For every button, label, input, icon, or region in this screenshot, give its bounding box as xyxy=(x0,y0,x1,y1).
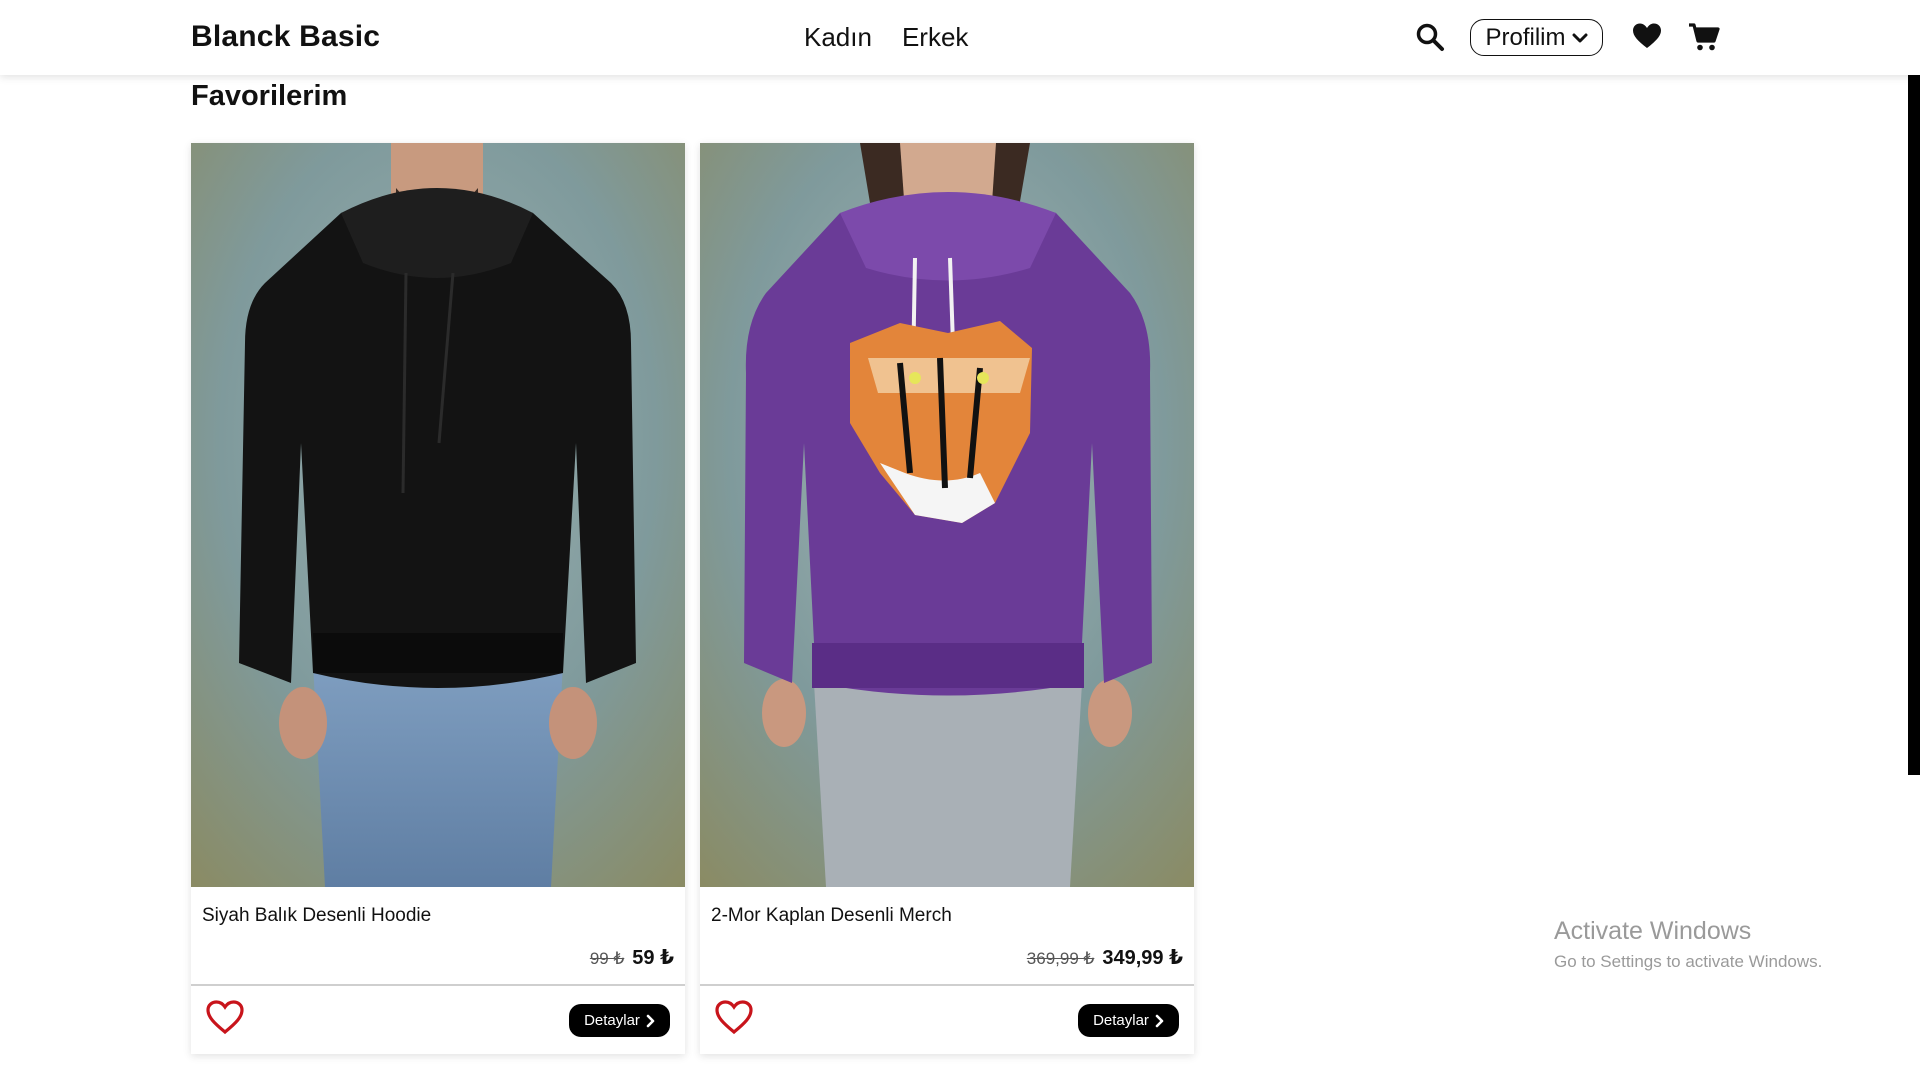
old-price: 99 ₺ xyxy=(589,949,625,968)
cart-icon[interactable] xyxy=(1688,22,1720,52)
product-card: 2-Mor Kaplan Desenli Merch 369,99 ₺ 349,… xyxy=(700,143,1194,1054)
price-row: 99 ₺ 59 ₺ xyxy=(590,945,674,970)
chevron-right-icon xyxy=(1155,1014,1164,1027)
activation-title: Activate Windows xyxy=(1554,917,1752,945)
card-divider xyxy=(700,984,1194,986)
product-card: Siyah Balık Desenli Hoodie 99 ₺ 59 ₺ Det… xyxy=(191,143,685,1054)
windows-activation-watermark: Activate Windows Go to Settings to activ… xyxy=(1554,917,1822,972)
chevron-down-icon xyxy=(1572,33,1587,42)
top-navbar: Blanck Basic Kadın Erkek Profilim xyxy=(0,0,1920,75)
details-button[interactable]: Detaylar xyxy=(1078,1004,1179,1037)
favorite-heart-icon[interactable] xyxy=(714,999,754,1035)
scrollbar[interactable] xyxy=(1908,50,1920,775)
favorite-heart-icon[interactable] xyxy=(205,999,245,1035)
profile-dropdown-button[interactable]: Profilim xyxy=(1470,19,1603,56)
details-label: Detaylar xyxy=(584,1012,640,1029)
current-price: 349,99 ₺ xyxy=(1102,947,1183,969)
details-label: Detaylar xyxy=(1093,1012,1149,1029)
product-name[interactable]: Siyah Balık Desenli Hoodie xyxy=(202,905,431,927)
profile-label: Profilim xyxy=(1485,23,1566,51)
product-name[interactable]: 2-Mor Kaplan Desenli Merch xyxy=(711,905,952,927)
product-image[interactable] xyxy=(700,143,1194,887)
page-title: Favorilerim xyxy=(191,80,348,112)
price-row: 369,99 ₺ 349,99 ₺ xyxy=(1027,945,1183,970)
main-nav: Kadın Erkek xyxy=(804,22,968,53)
favorites-heart-icon[interactable] xyxy=(1632,22,1662,52)
product-image[interactable] xyxy=(191,143,685,887)
current-price: 59 ₺ xyxy=(632,947,674,969)
card-divider xyxy=(191,984,685,986)
nav-kadin[interactable]: Kadın xyxy=(804,22,872,53)
old-price: 369,99 ₺ xyxy=(1026,949,1095,968)
nav-erkek[interactable]: Erkek xyxy=(902,22,968,53)
brand-logo[interactable]: Blanck Basic xyxy=(191,20,380,54)
chevron-right-icon xyxy=(646,1014,655,1027)
details-button[interactable]: Detaylar xyxy=(569,1004,670,1037)
activation-subtitle: Go to Settings to activate Windows. xyxy=(1554,952,1823,971)
search-icon[interactable] xyxy=(1415,22,1445,52)
